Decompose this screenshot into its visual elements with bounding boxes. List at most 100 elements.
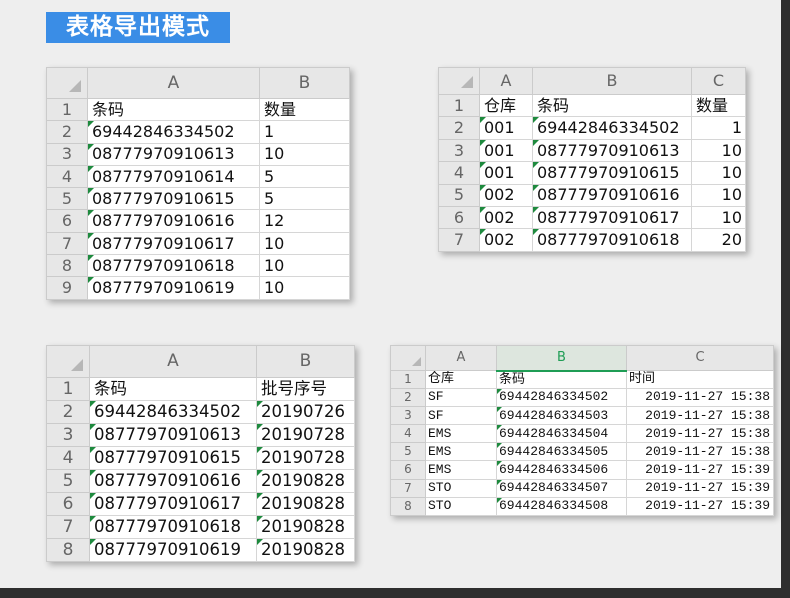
data-cell: 10 [259,231,350,256]
cell-value: STO [428,498,452,514]
number-as-text-indicator-icon [497,389,502,395]
cell-value: 批号序号 [261,378,327,398]
cell-value: 08777970910617 [92,233,235,253]
cell-value: SF [428,407,444,423]
select-all-corner [390,345,426,371]
data-cell: 69442846334502 [532,116,692,140]
cell-value: 20190828 [261,470,345,490]
data-cell: 2019-11-27 15:39 [626,496,774,516]
data-cell: STO [425,478,497,498]
cell-value: 条码 [537,95,570,115]
cell-value: 20190728 [261,424,345,444]
cell-value: 002 [484,185,515,205]
sheet-row: 7 002 08777970910618 20 [438,228,746,252]
cell-value: 08777970910617 [94,493,241,513]
cell-value: 08777970910616 [92,211,235,231]
cell-value: 12 [264,211,285,231]
number-as-text-indicator-icon [480,140,486,146]
data-cell: 08777970910615 [89,446,257,470]
sheet-grid: AB 1 条码 数量 2 69442846334502 1 3 08777970910613 1… [46,67,350,300]
cell-value: 10 [721,207,742,227]
row-number: 2 [438,116,480,140]
data-cell: 20190828 [256,515,355,539]
cell-value: 001 [484,118,515,138]
number-as-text-indicator-icon [497,498,502,503]
data-cell: 08777970910619 [87,276,260,300]
select-all-corner [438,67,480,95]
number-as-text-indicator-icon [257,493,263,499]
number-as-text-indicator-icon [257,447,263,453]
sheet-row: 6 08777970910616 12 [46,209,350,233]
cell-value: 1 [731,118,742,138]
cell-value: 08777970910613 [94,424,241,444]
cell-value: 2019-11-27 15:38 [645,425,770,441]
sheet-row: 7 STO 69442846334507 2019-11-27 15:39 [390,478,774,498]
sheet-row: 4 08777970910615 20190728 [46,446,355,470]
number-as-text-indicator-icon [480,207,486,213]
number-as-text-indicator-icon [533,117,539,124]
row-number: 8 [46,538,90,562]
row-number: 3 [46,142,88,166]
column-header-b: B [259,67,350,99]
number-as-text-indicator-icon [88,233,94,239]
row-number: 6 [46,492,90,516]
sheet-row: 1 条码 批号序号 [46,377,355,401]
number-as-text-indicator-icon [480,162,486,169]
field-name-cell: 数量 [691,93,746,118]
data-cell: 20190728 [256,423,355,447]
row-number: 4 [438,161,480,185]
number-as-text-indicator-icon [90,493,96,499]
row-number: 3 [46,423,90,447]
cell-value: EMS [428,443,452,459]
sheet-row: 8 08777970910619 20190828 [46,538,355,562]
row-number: 3 [438,138,480,163]
cell-value: 10 [721,140,742,160]
row-number: 2 [46,120,88,144]
row-number: 5 [438,183,480,207]
row-number: 6 [438,205,480,230]
row-number: 7 [46,231,88,256]
number-as-text-indicator-icon [88,277,94,284]
data-cell: 08777970910618 [87,254,260,278]
row-number: 1 [390,369,426,390]
cell-value: 08777970910618 [94,516,241,536]
data-cell: 20190828 [256,492,355,516]
cell-value: 20190828 [261,493,345,513]
data-cell: SF [425,406,497,426]
number-as-text-indicator-icon [257,470,263,476]
cell-value: 08777970910615 [92,189,235,209]
row-number: 7 [46,515,90,539]
data-cell: 5 [259,187,350,211]
column-header-row: ABC [438,67,746,95]
row-number: 2 [390,388,426,408]
cell-value: 001 [484,140,515,160]
cell-value: 08777970910617 [537,207,680,227]
data-cell: 12 [259,209,350,233]
cell-value: 08777970910613 [92,144,235,164]
number-as-text-indicator-icon [480,117,486,124]
cell-value: 69442846334506 [499,461,609,477]
sheet-row: 2 001 69442846334502 1 [438,116,746,140]
number-as-text-indicator-icon [88,166,94,172]
row-number: 8 [390,496,426,516]
data-cell: 69442846334502 [496,388,627,408]
data-cell: 10 [691,183,746,207]
field-name-cell: 条码 [89,377,257,401]
data-cell: 002 [479,228,533,252]
cell-value: 08777970910618 [537,230,680,250]
number-as-text-indicator-icon [90,447,96,453]
column-header-row: ABC [390,345,774,372]
sheet-row: 2 69442846334502 1 [46,120,350,144]
cell-value: 20190728 [261,447,345,467]
data-cell: 2019-11-27 15:38 [626,388,774,408]
sheet-row: 5 08777970910616 20190828 [46,469,355,493]
column-header-a: A [89,345,257,378]
row-number: 1 [46,97,88,122]
data-cell: EMS [425,424,497,444]
sheet-row: 3 08777970910613 10 [46,142,350,166]
sheet-row: 6 EMS 69442846334506 2019-11-27 15:39 [390,460,774,480]
field-name-cell: 条码 [496,369,627,390]
number-as-text-indicator-icon [257,401,263,407]
column-header-b: B [532,67,692,95]
cell-value: 2019-11-27 15:38 [645,389,770,405]
